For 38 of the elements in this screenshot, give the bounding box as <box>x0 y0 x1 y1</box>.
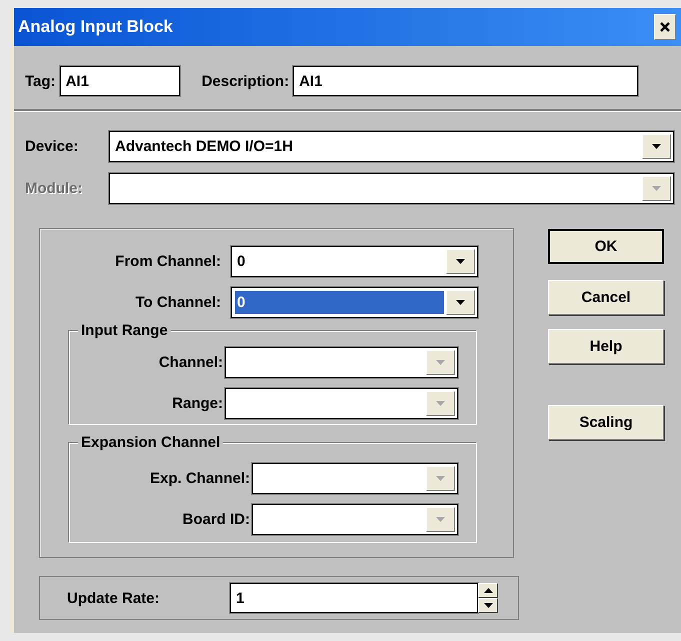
dialog-button[interactable]: Help <box>548 329 664 364</box>
field-label: Module: <box>25 180 84 197</box>
update-rate-field[interactable]: 1 <box>230 583 478 613</box>
spin-down-button[interactable] <box>478 598 498 613</box>
dialog-button[interactable]: Scaling <box>548 405 664 440</box>
caret-icon <box>652 186 661 191</box>
text-field[interactable]: AI1 <box>293 66 638 96</box>
down-arrow-icon <box>484 603 492 608</box>
field-label: Channel: <box>158 354 223 371</box>
dialog-button[interactable]: OK <box>548 229 664 264</box>
caret-icon <box>436 476 445 481</box>
field-label: Device: <box>25 138 80 155</box>
caret-icon <box>456 259 465 264</box>
close-button[interactable] <box>654 14 676 40</box>
group-title: Input Range <box>78 322 171 339</box>
text-field[interactable]: AI1 <box>60 66 180 96</box>
dropdown[interactable]: Advantech DEMO I/O=1H <box>109 131 674 162</box>
caret-icon <box>436 517 445 522</box>
caret-icon <box>436 401 445 406</box>
field-label: Update Rate: <box>67 590 161 606</box>
dropdown[interactable]: 0 <box>231 287 478 318</box>
field-label: Tag: <box>25 72 56 90</box>
dialog-button[interactable]: Cancel <box>548 280 664 315</box>
group-title: Expansion Channel <box>78 434 224 451</box>
caret-icon <box>436 360 445 365</box>
close-icon <box>660 22 670 32</box>
dropdown[interactable]: 0 <box>231 246 478 277</box>
field-label: Range: <box>171 395 223 412</box>
up-arrow-icon <box>484 588 492 593</box>
field-label: To Channel: <box>134 294 221 311</box>
field-label: From Channel: <box>114 253 221 270</box>
window-title: Analog Input Block <box>18 17 173 37</box>
spin-up-button[interactable] <box>478 583 498 598</box>
caret-icon <box>456 300 465 305</box>
field-label: Exp. Channel: <box>148 470 250 487</box>
field-label: Board ID: <box>182 511 250 528</box>
caret-icon <box>652 144 661 149</box>
field-label: Description: <box>202 72 290 90</box>
